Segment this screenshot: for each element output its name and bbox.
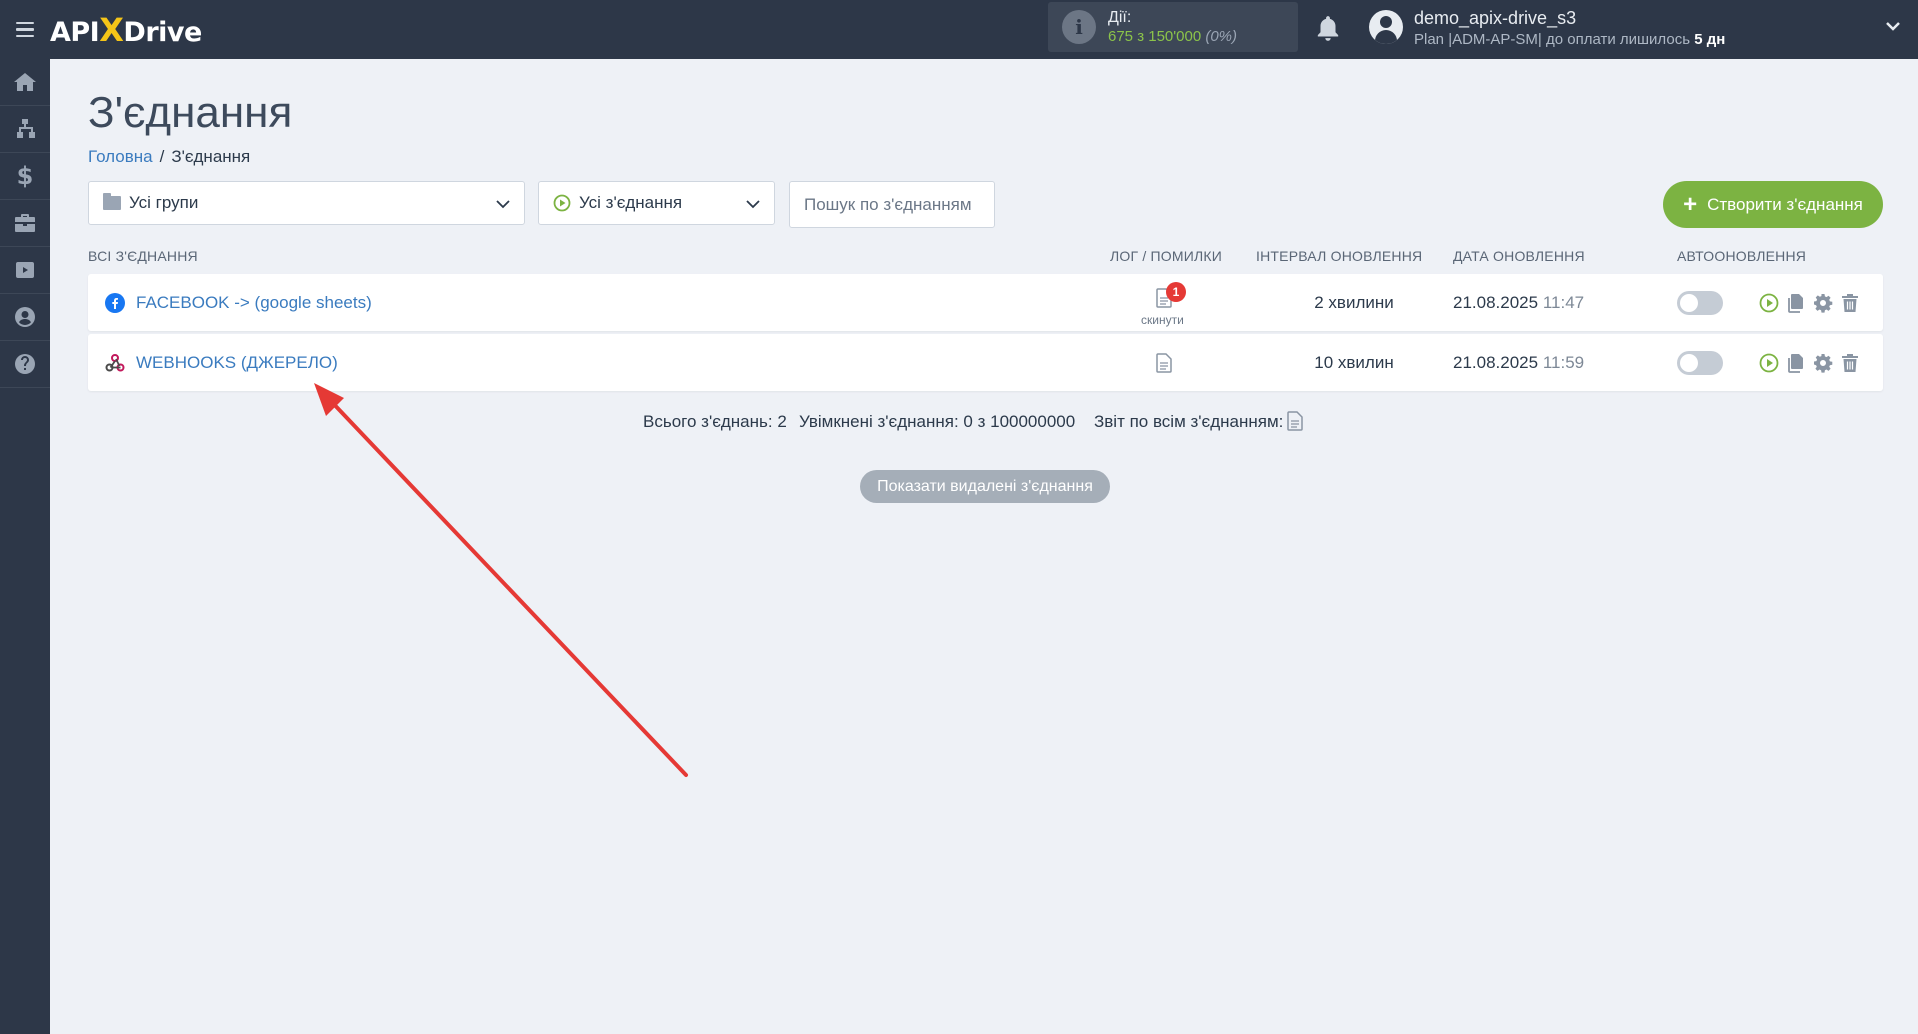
auto-update-toggle[interactable] [1677, 291, 1723, 315]
connection-name-link[interactable]: WEBHOOKS (ДЖЕРЕЛО) [136, 353, 338, 373]
gear-icon[interactable] [1813, 293, 1833, 313]
trash-icon[interactable] [1840, 293, 1860, 313]
column-header-auto: АВТООНОВЛЕННЯ [1677, 248, 1807, 264]
groups-select-value: Усі групи [129, 193, 199, 212]
user-plan: Plan |ADM-AP-SM| до оплати лишилось 5 дн [1414, 31, 1726, 48]
run-icon[interactable] [1759, 353, 1779, 373]
breadcrumb-home-link[interactable]: Головна [88, 147, 153, 166]
connection-name-link[interactable]: FACEBOOK -> (google sheets) [136, 293, 372, 313]
hamburger-menu-icon[interactable] [0, 0, 50, 59]
user-avatar-icon[interactable] [1369, 10, 1403, 44]
annotation-arrow [314, 383, 688, 777]
sidebar-item-profile[interactable] [0, 294, 50, 341]
bell-icon[interactable] [1315, 14, 1341, 44]
column-header-log: ЛОГ / ПОМИЛКИ [1110, 248, 1223, 264]
chevron-down-icon [496, 200, 510, 209]
user-circle-icon [15, 307, 35, 327]
create-connection-button[interactable]: + Створити з'єднання [1663, 181, 1883, 228]
error-count-badge: 1 [1166, 282, 1186, 302]
breadcrumb-current: З'єднання [171, 147, 251, 166]
actions-value: 675 з 150'000 (0%) [1108, 28, 1238, 45]
reset-errors-link[interactable]: скинути [1141, 313, 1184, 327]
connections-status-select[interactable]: Усі з'єднання [538, 181, 775, 225]
copy-icon[interactable] [1786, 293, 1806, 313]
update-interval: 2 хвилини [1314, 293, 1394, 312]
sidebar-item-video[interactable] [0, 247, 50, 294]
sidebar-item-billing[interactable]: $ [0, 153, 50, 200]
user-name[interactable]: demo_apix-drive_s3 [1414, 8, 1576, 29]
top-bar: APIXDrive [0, 0, 1918, 59]
column-header-date: ДАТА ОНОВЛЕННЯ [1453, 248, 1585, 264]
groups-select[interactable]: Усі групи [88, 181, 525, 225]
search-input[interactable] [789, 181, 995, 228]
briefcase-icon [15, 214, 35, 232]
info-icon: i [1062, 10, 1096, 44]
sitemap-icon [17, 119, 35, 138]
column-header-all: ВСІ З'ЄДНАННЯ [88, 248, 198, 264]
sidebar-item-services[interactable] [0, 200, 50, 247]
sidebar: $ [0, 59, 50, 1034]
sidebar-item-home[interactable] [0, 59, 50, 106]
update-interval: 10 хвилин [1314, 353, 1394, 372]
connections-select-value: Усі з'єднання [579, 193, 683, 212]
total-connections: Всього з'єднань: 2 [643, 412, 787, 431]
home-icon [14, 73, 36, 91]
auto-update-toggle[interactable] [1677, 351, 1723, 375]
folder-icon [103, 193, 121, 210]
table-row: WEBHOOKS (ДЖЕРЕЛО) 10 хвилин 21.08.2025 … [88, 334, 1883, 391]
webhook-icon [105, 354, 125, 372]
copy-icon[interactable] [1786, 353, 1806, 373]
play-circle-icon [553, 194, 571, 212]
sidebar-item-connections[interactable] [0, 106, 50, 153]
help-icon [15, 354, 35, 374]
actions-title: Дії: [1108, 9, 1132, 26]
youtube-icon [16, 262, 34, 278]
actions-counter: i Дії: 675 з 150'000 (0%) [1048, 2, 1298, 52]
page-title: З'єднання [88, 88, 293, 137]
gear-icon[interactable] [1813, 353, 1833, 373]
column-header-interval: ІНТЕРВАЛ ОНОВЛЕННЯ [1256, 248, 1423, 264]
apix-drive-logo[interactable]: APIXDrive [50, 11, 202, 49]
plus-icon: + [1683, 190, 1698, 218]
breadcrumb: Головна / З'єднання [88, 147, 251, 166]
trash-icon[interactable] [1840, 353, 1860, 373]
dollar-icon: $ [16, 162, 34, 190]
log-document-icon[interactable] [1156, 353, 1172, 373]
update-date: 21.08.2025 11:47 [1453, 293, 1585, 312]
run-icon[interactable] [1759, 293, 1779, 313]
chevron-down-icon[interactable] [1885, 18, 1901, 34]
sidebar-item-help[interactable] [0, 341, 50, 388]
enabled-connections: Увімкнені з'єднання: 0 з 100000000 [799, 412, 1076, 431]
update-date: 21.08.2025 11:59 [1453, 353, 1585, 372]
report-label: Звіт по всім з'єднанням: [1094, 412, 1284, 431]
show-deleted-button[interactable]: Показати видалені з'єднання [860, 470, 1110, 503]
create-connection-label: Створити з'єднання [1707, 194, 1863, 214]
table-row: FACEBOOK -> (google sheets) 1 скинути 2 … [88, 274, 1883, 331]
facebook-icon [105, 293, 125, 313]
report-document-icon[interactable] [1287, 411, 1303, 431]
chevron-down-icon [746, 200, 760, 209]
